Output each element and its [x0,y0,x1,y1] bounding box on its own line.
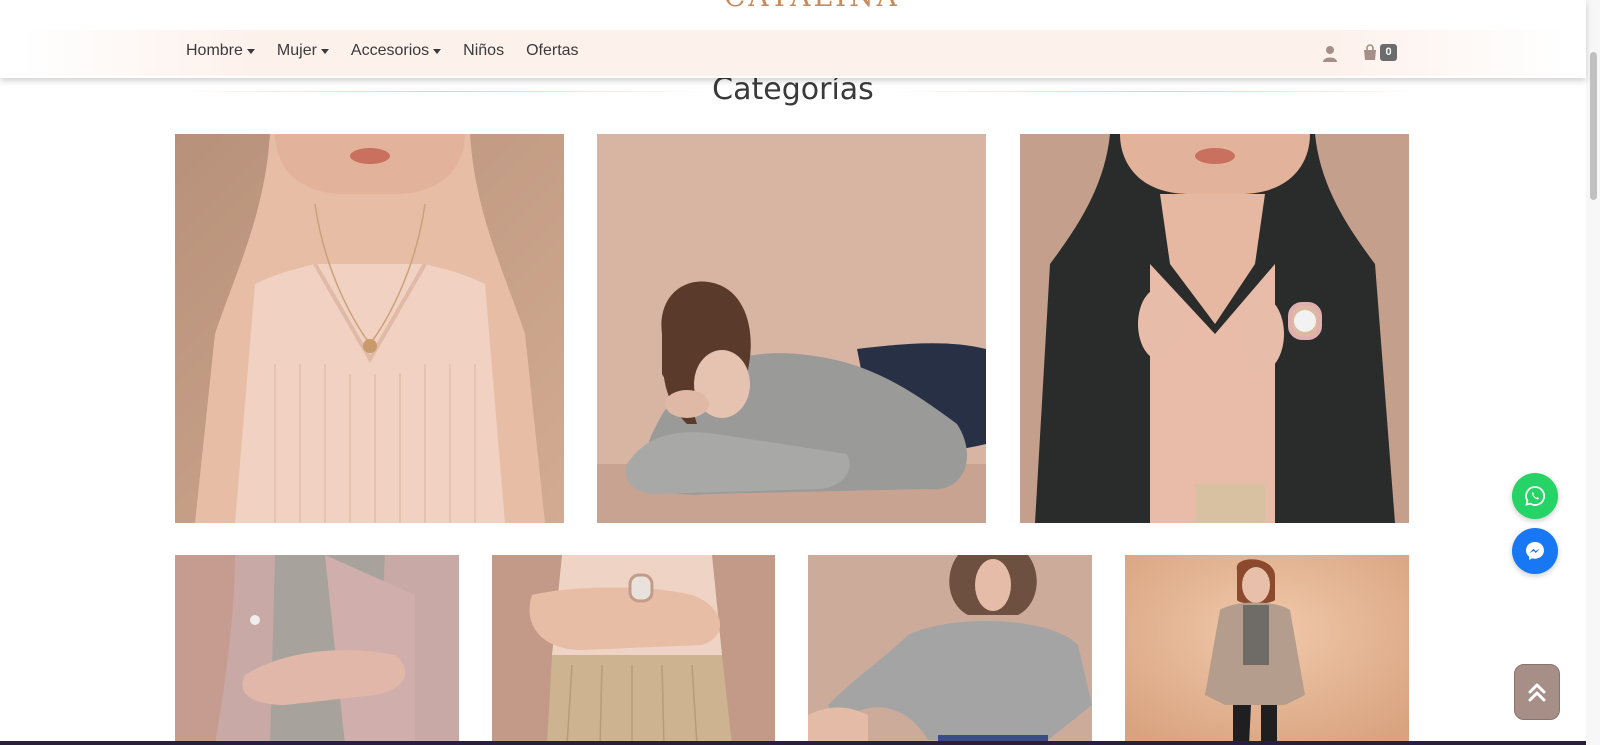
shopping-bag-icon [1364,44,1376,60]
caret-down-icon [433,49,442,54]
site-logo[interactable]: CATALINA [690,0,900,10]
nav-accesorios-label: Accesorios [350,42,430,59]
whatsapp-icon [1525,486,1546,506]
category-image [1125,555,1409,745]
nav-ninos[interactable]: Niños [463,42,504,60]
whatsapp-button[interactable] [1512,473,1558,519]
nav-mujer[interactable]: Mujer [277,42,329,60]
caret-down-icon [246,49,255,54]
nav-hombre-label: Hombre [186,42,243,59]
double-chevron-up-icon [1528,683,1546,702]
site-header: CATALINA Hombre Mujer Accesorios Niños O… [0,0,1586,78]
category-image [808,555,1092,745]
category-tile-4[interactable] [175,555,459,745]
nav-ofertas[interactable]: Ofertas [526,42,578,60]
category-tile-6[interactable] [808,555,1092,745]
logo-text: CATALINA [724,0,900,10]
category-image [492,555,775,745]
category-image [1020,134,1409,523]
category-tile-5[interactable] [492,555,775,745]
messenger-icon [1526,542,1544,560]
category-tile-2[interactable] [597,134,986,523]
category-image [597,134,986,523]
category-tile-7[interactable] [1125,555,1409,745]
category-tile-1[interactable] [175,134,564,523]
category-image [175,134,564,523]
nav-mujer-label: Mujer [276,42,317,59]
back-to-top-button[interactable] [1514,664,1560,720]
nav-ofertas-label: Ofertas [526,42,579,59]
cart-count-badge: 0 [1380,44,1397,61]
logo-sun-icon [690,0,720,10]
scrollbar-thumb[interactable] [1590,52,1597,200]
category-tile-3[interactable] [1020,134,1409,523]
category-image [175,555,459,745]
nav-ninos-label: Niños [463,42,505,59]
nav-hombre[interactable]: Hombre [186,42,255,60]
main-nav: Hombre Mujer Accesorios Niños Ofertas [186,42,579,60]
cart-button[interactable]: 0 [1362,43,1398,63]
vertical-scrollbar[interactable] [1586,0,1600,745]
messenger-button[interactable] [1512,528,1558,574]
bottom-edge [0,741,1586,745]
user-icon[interactable] [1322,45,1338,63]
nav-accesorios[interactable]: Accesorios [350,42,442,60]
caret-down-icon [320,49,329,54]
